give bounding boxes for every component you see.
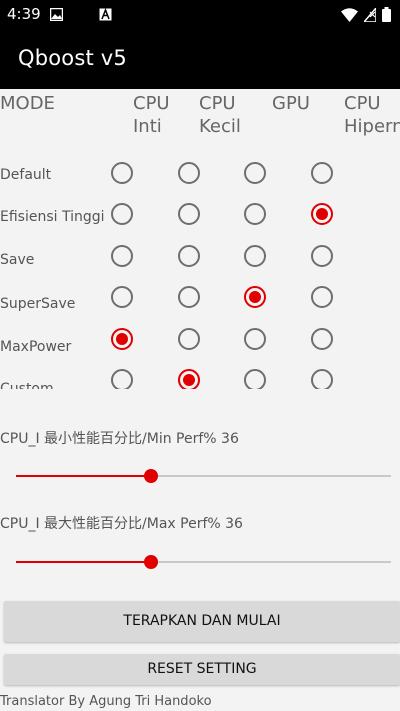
app-bar: Qboost v5 — [0, 30, 400, 89]
column-header-cpu-inti: CPU Inti — [133, 93, 170, 137]
radio-button[interactable] — [178, 369, 200, 389]
app-title: Qboost v5 — [18, 46, 127, 70]
radio-button[interactable] — [311, 286, 333, 308]
radio-button[interactable] — [244, 286, 266, 308]
radio-button[interactable] — [111, 328, 133, 350]
wifi-icon — [341, 8, 358, 22]
slider-fill — [16, 561, 151, 563]
column-header-mode: MODE — [0, 93, 55, 114]
radio-button[interactable] — [311, 162, 333, 184]
radio-button[interactable] — [311, 369, 333, 389]
status-bar: 4:39 — [0, 0, 400, 30]
app-a-icon — [99, 8, 112, 21]
no-sim-icon — [364, 8, 376, 22]
column-header-cpu-hipernuklir: CPU Hipernuklir — [344, 93, 400, 137]
radio-button[interactable] — [244, 328, 266, 350]
radio-button[interactable] — [178, 203, 200, 225]
min-perf-slider[interactable] — [16, 466, 391, 486]
radio-button[interactable] — [111, 162, 133, 184]
slider-thumb[interactable] — [144, 555, 158, 569]
max-perf-label: CPU_I 最大性能百分比/Max Perf% 36 — [0, 516, 243, 532]
column-header-gpu: GPU — [272, 93, 310, 114]
radio-button[interactable] — [111, 245, 133, 267]
battery-icon — [382, 7, 391, 22]
radio-button[interactable] — [244, 203, 266, 225]
mode-label-custom: Custom — [0, 381, 54, 389]
mode-label-save: Save — [0, 252, 35, 268]
radio-button[interactable] — [111, 369, 133, 389]
radio-button[interactable] — [178, 286, 200, 308]
radio-button[interactable] — [244, 369, 266, 389]
radio-button[interactable] — [244, 162, 266, 184]
radio-button[interactable] — [311, 203, 333, 225]
mode-label-supersave: SuperSave — [0, 296, 76, 312]
radio-button[interactable] — [311, 328, 333, 350]
image-icon — [50, 8, 63, 21]
mode-label-maxpower: MaxPower — [0, 339, 72, 355]
slider-thumb[interactable] — [144, 469, 158, 483]
mode-label-efisiensi-tinggi: Efisiensi Tinggi — [0, 209, 105, 225]
mode-table[interactable]: MODE CPU Inti CPU Kecil GPU CPU Hipernuk… — [0, 89, 400, 389]
radio-button[interactable] — [178, 162, 200, 184]
radio-button[interactable] — [111, 203, 133, 225]
mode-label-default: Default — [0, 167, 52, 183]
radio-button[interactable] — [311, 245, 333, 267]
status-time: 4:39 — [7, 5, 41, 23]
max-perf-slider[interactable] — [16, 552, 391, 572]
radio-button[interactable] — [244, 245, 266, 267]
translator-credit: Translator By Agung Tri Handoko — [0, 694, 212, 709]
radio-button[interactable] — [111, 286, 133, 308]
reset-setting-button[interactable]: RESET SETTING — [4, 654, 400, 685]
column-header-cpu-kecil: CPU Kecil — [199, 93, 241, 137]
radio-button[interactable] — [178, 245, 200, 267]
apply-start-button[interactable]: TERAPKAN DAN MULAI — [4, 601, 400, 642]
min-perf-label: CPU_I 最小性能百分比/Min Perf% 36 — [0, 431, 239, 447]
slider-fill — [16, 475, 151, 477]
radio-button[interactable] — [178, 328, 200, 350]
